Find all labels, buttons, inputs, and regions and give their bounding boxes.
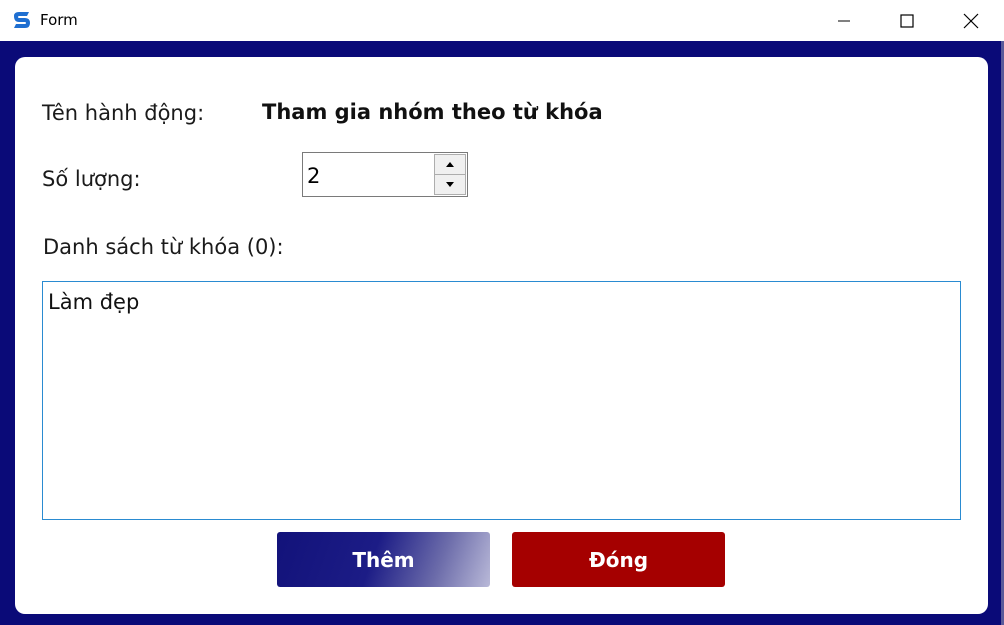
arrow-up-icon bbox=[446, 162, 454, 167]
minimize-button[interactable] bbox=[813, 0, 875, 41]
close-button[interactable]: Đóng bbox=[512, 532, 725, 587]
minimize-icon bbox=[838, 20, 850, 21]
stepper-buttons bbox=[434, 154, 466, 195]
quantity-value[interactable]: 2 bbox=[307, 164, 320, 188]
quantity-label: Số lượng: bbox=[42, 167, 141, 191]
window-title: Form bbox=[40, 11, 78, 29]
close-icon bbox=[963, 13, 979, 28]
app-logo-icon bbox=[14, 12, 30, 28]
close-window-button[interactable] bbox=[940, 0, 1002, 41]
quantity-stepper[interactable]: 2 bbox=[302, 152, 468, 197]
maximize-button[interactable] bbox=[876, 0, 938, 41]
action-name-value: Tham gia nhóm theo từ khóa bbox=[262, 100, 603, 124]
add-button[interactable]: Thêm bbox=[277, 532, 490, 587]
action-name-label: Tên hành động: bbox=[42, 101, 205, 125]
form-window: Form Tên hành động: Tham gia nhóm theo t… bbox=[0, 0, 1004, 625]
increment-button[interactable] bbox=[434, 154, 466, 175]
decrement-button[interactable] bbox=[434, 175, 466, 195]
keyword-list-label: Danh sách từ khóa (0): bbox=[43, 235, 284, 259]
arrow-down-icon bbox=[446, 182, 454, 187]
keyword-list-textarea[interactable]: Làm đẹp bbox=[42, 281, 961, 520]
title-bar[interactable]: Form bbox=[0, 0, 1004, 41]
maximize-icon bbox=[900, 13, 914, 28]
